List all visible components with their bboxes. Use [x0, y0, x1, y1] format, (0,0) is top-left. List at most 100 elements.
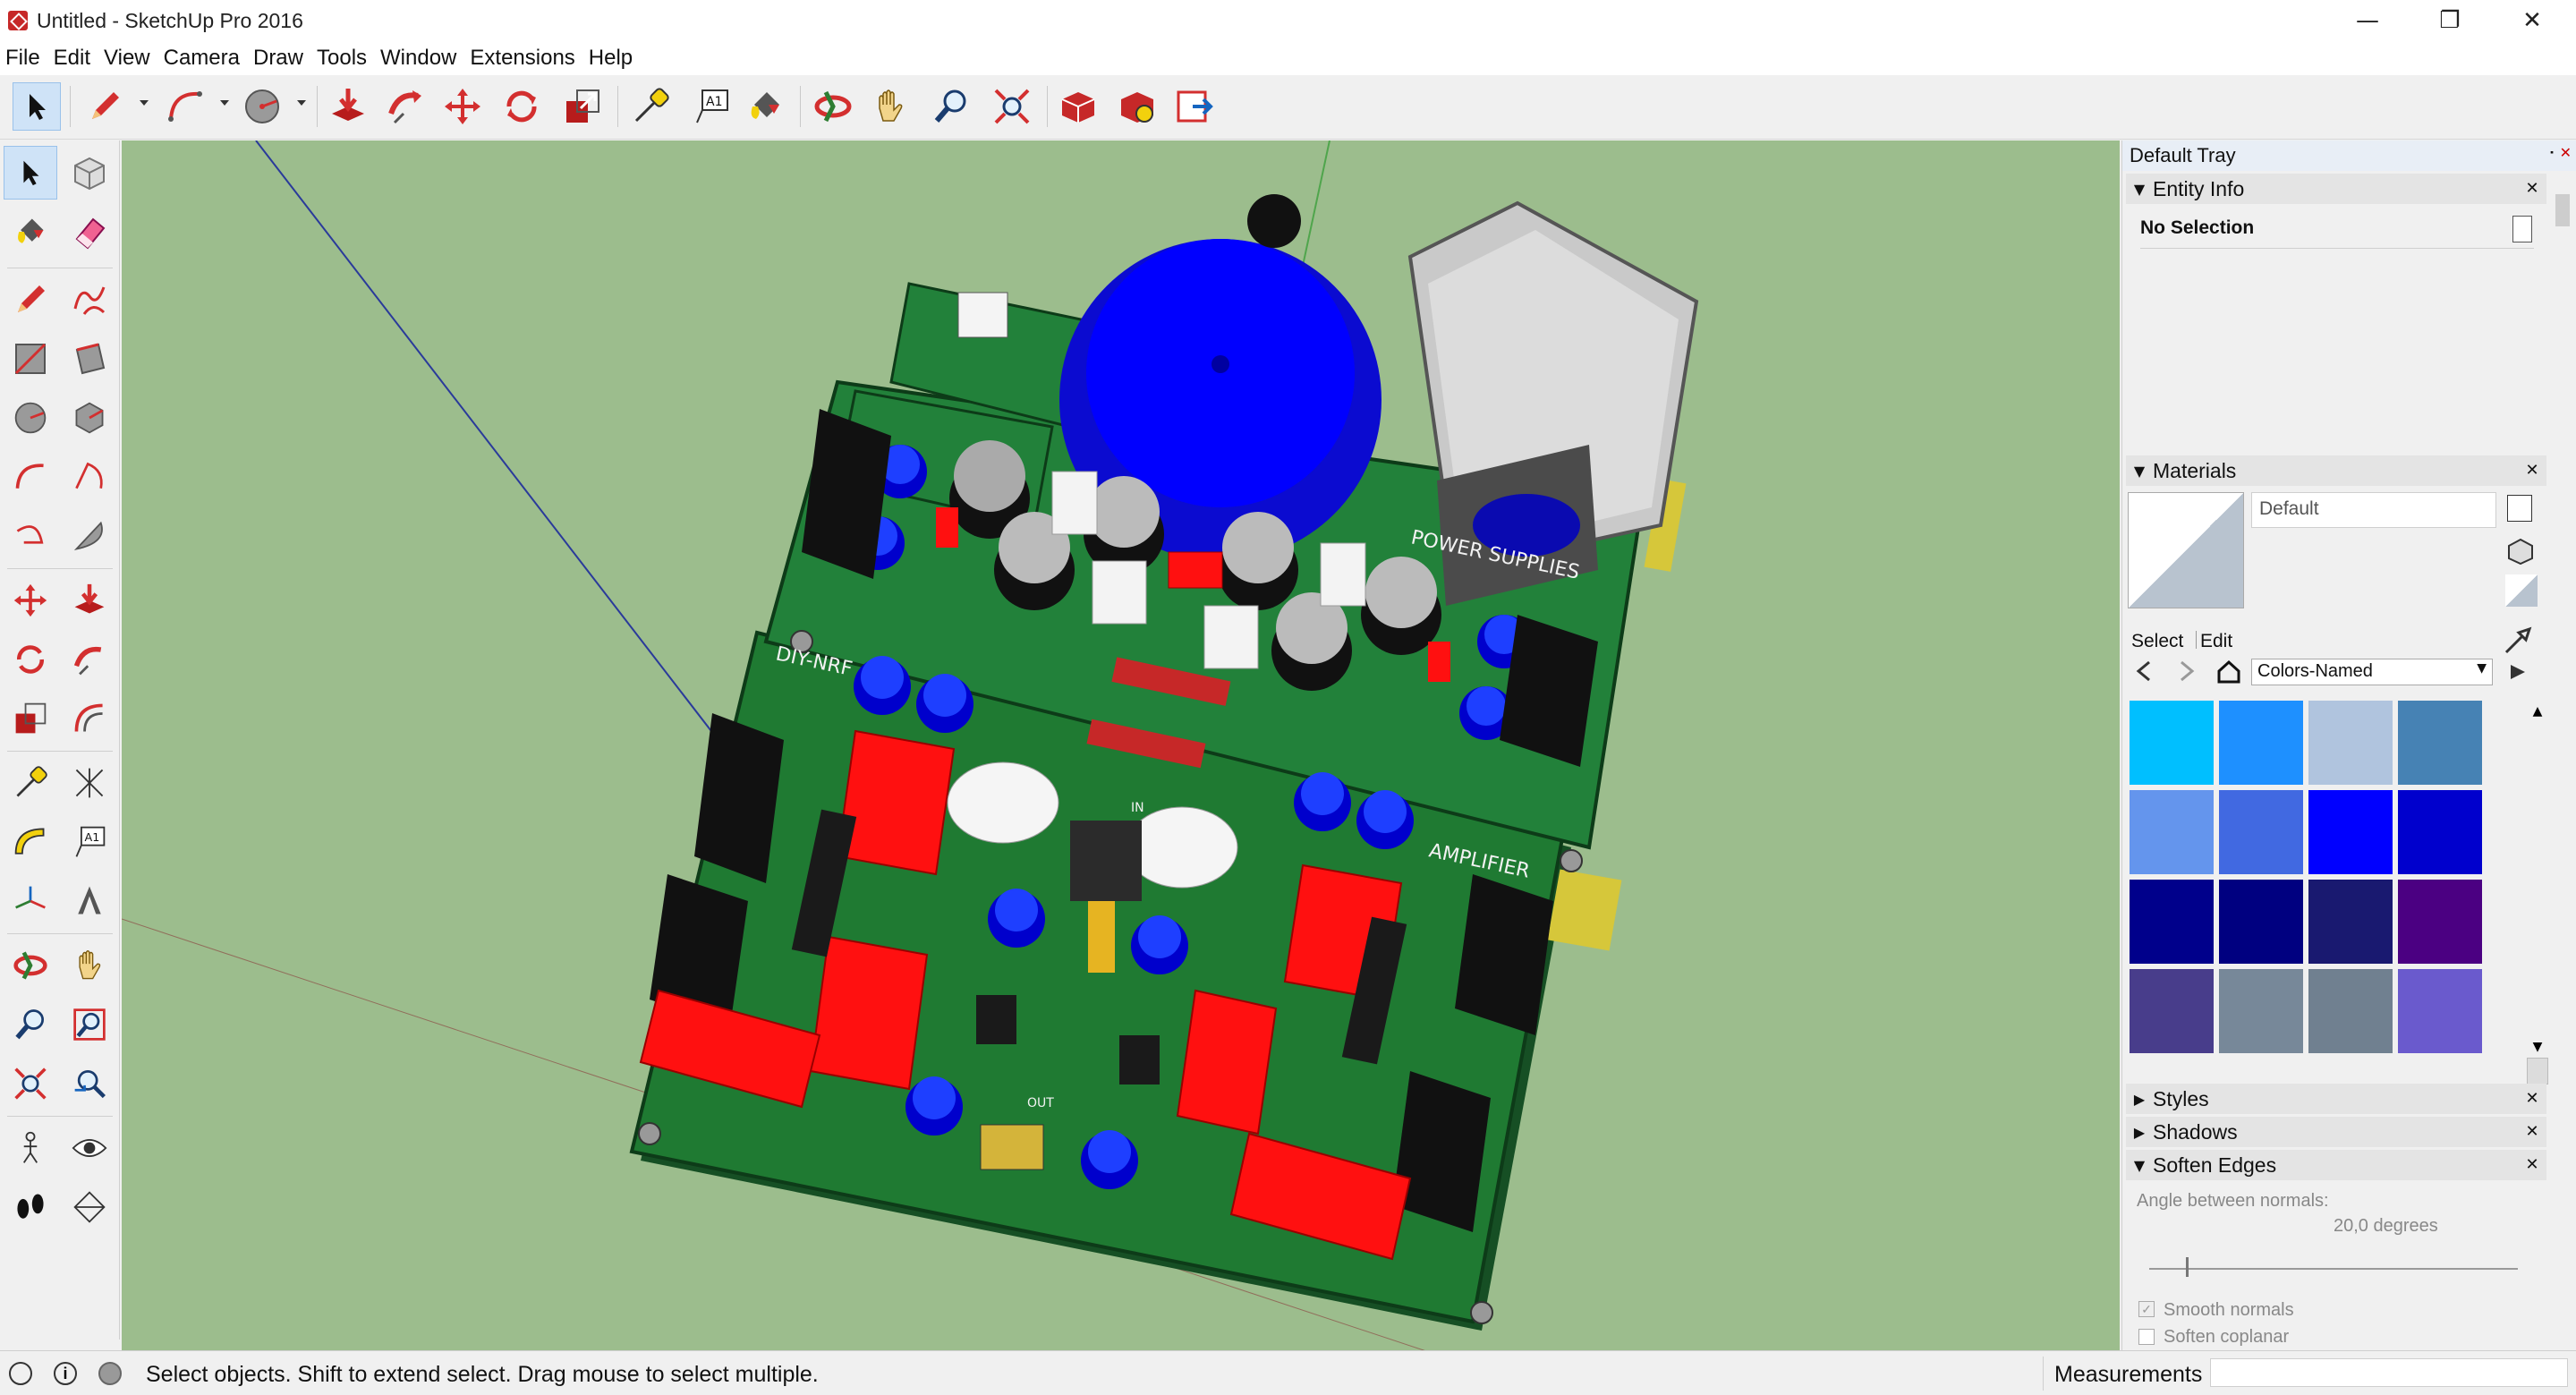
- zoom-icon[interactable]: [4, 998, 57, 1051]
- tape-measure-tool-icon[interactable]: [626, 82, 675, 131]
- details-arrow-icon[interactable]: [2507, 659, 2532, 685]
- rotate-tool-icon[interactable]: [497, 82, 546, 131]
- menu-camera[interactable]: Camera: [164, 46, 240, 71]
- material-tab-select[interactable]: Select: [2131, 631, 2183, 652]
- material-cube-icon[interactable]: [2507, 538, 2534, 566]
- restore-button[interactable]: ❐: [2409, 0, 2491, 41]
- previous-view-icon[interactable]: [63, 1057, 116, 1110]
- back-arrow-icon[interactable]: [2131, 659, 2156, 684]
- menu-view[interactable]: View: [104, 46, 150, 71]
- walk-icon[interactable]: [4, 1180, 57, 1234]
- zoom-extents-icon[interactable]: [4, 1057, 57, 1110]
- zoom-tool-icon[interactable]: [927, 82, 975, 131]
- menu-tools[interactable]: Tools: [317, 46, 367, 71]
- circle-icon[interactable]: [4, 391, 57, 445]
- measurements-input[interactable]: [2210, 1358, 2568, 1387]
- push-pull-tool-icon[interactable]: [324, 82, 372, 131]
- smooth-normals-checkbox[interactable]: ✓: [2138, 1301, 2155, 1317]
- material-swatch[interactable]: [2308, 790, 2393, 874]
- create-material-icon[interactable]: [2507, 495, 2532, 522]
- text-tool-icon[interactable]: A1: [687, 82, 735, 131]
- scale-tool-icon[interactable]: [558, 82, 607, 131]
- offset-icon[interactable]: [63, 692, 116, 745]
- forward-arrow-icon[interactable]: [2174, 659, 2199, 684]
- look-around-icon[interactable]: [63, 1121, 116, 1175]
- section-plane-icon[interactable]: [63, 1180, 116, 1234]
- text-icon[interactable]: A1: [63, 815, 116, 869]
- styles-panel-header[interactable]: ▶ Styles ✕: [2126, 1084, 2546, 1114]
- material-swatch[interactable]: [2130, 790, 2214, 874]
- arc-2pt-icon[interactable]: [63, 450, 116, 504]
- move-icon[interactable]: [4, 574, 57, 627]
- select-icon[interactable]: [4, 146, 57, 200]
- close-panel-icon[interactable]: ✕: [2523, 1123, 2541, 1141]
- material-name-field[interactable]: Default: [2251, 492, 2496, 528]
- material-swatch[interactable]: [2130, 969, 2214, 1053]
- shadows-panel-header[interactable]: ▶ Shadows ✕: [2126, 1117, 2546, 1147]
- material-swatch[interactable]: [2219, 880, 2303, 964]
- close-panel-icon[interactable]: ✕: [2523, 1090, 2541, 1108]
- material-swatch[interactable]: [2219, 790, 2303, 874]
- protractor-icon[interactable]: [4, 815, 57, 869]
- close-panel-icon[interactable]: ✕: [2523, 180, 2541, 198]
- material-swatch[interactable]: [2398, 790, 2482, 874]
- follow-me-icon[interactable]: [63, 633, 116, 686]
- menu-extensions[interactable]: Extensions: [470, 46, 574, 71]
- arc-icon[interactable]: [4, 450, 57, 504]
- polygon-icon[interactable]: [63, 391, 116, 445]
- pin-icon[interactable]: ⬝: [2550, 144, 2554, 159]
- zoom-extents-tool-icon[interactable]: [988, 82, 1036, 131]
- position-camera-icon[interactable]: [4, 1121, 57, 1175]
- dimension-icon[interactable]: [63, 756, 116, 810]
- material-tab-edit[interactable]: Edit: [2196, 631, 2232, 649]
- material-swatch[interactable]: [2308, 969, 2393, 1053]
- drawing-viewport[interactable]: POWER SUPPLIES DIY-NRF AMPLIFIER IN OUT: [122, 140, 2120, 1350]
- close-panel-icon[interactable]: ✕: [2523, 1156, 2541, 1174]
- tape-measure-icon[interactable]: [4, 756, 57, 810]
- paint-bucket-icon[interactable]: [4, 205, 57, 259]
- info-icon[interactable]: i: [54, 1362, 77, 1385]
- rotate-icon[interactable]: [4, 633, 57, 686]
- default-material-icon[interactable]: [2505, 574, 2538, 607]
- menu-window[interactable]: Window: [380, 46, 456, 71]
- line-icon[interactable]: [4, 273, 57, 327]
- soften-coplanar-checkbox[interactable]: [2138, 1329, 2155, 1345]
- tray-scrollbar[interactable]: [2552, 185, 2573, 1348]
- select-tool-icon[interactable]: [13, 82, 61, 131]
- material-swatch[interactable]: [2219, 701, 2303, 785]
- menu-file[interactable]: File: [5, 46, 40, 71]
- orbit-tool-icon[interactable]: [809, 82, 857, 131]
- home-icon[interactable]: [2215, 659, 2242, 685]
- material-swatch[interactable]: [2308, 701, 2393, 785]
- menu-edit[interactable]: Edit: [54, 46, 90, 71]
- close-panel-icon[interactable]: ✕: [2523, 462, 2541, 480]
- menu-help[interactable]: Help: [589, 46, 633, 71]
- circle-tool-icon[interactable]: [238, 82, 286, 131]
- material-swatch[interactable]: [2398, 969, 2482, 1053]
- arc-tool-icon[interactable]: [161, 82, 209, 131]
- menu-draw[interactable]: Draw: [253, 46, 303, 71]
- material-library-select[interactable]: Colors-Named ▼: [2251, 659, 2493, 685]
- material-swatch[interactable]: [2130, 880, 2214, 964]
- close-button[interactable]: ✕: [2491, 0, 2573, 41]
- send-to-layout-tool-icon[interactable]: [1170, 82, 1219, 131]
- scale-icon[interactable]: [4, 692, 57, 745]
- rectangle-icon[interactable]: [4, 332, 57, 386]
- component-options-tool-icon[interactable]: [1113, 82, 1161, 131]
- follow-me-tool-icon[interactable]: [381, 82, 429, 131]
- tray-close-icon[interactable]: ✕: [2560, 144, 2572, 162]
- freehand-icon[interactable]: [63, 273, 116, 327]
- push-pull-icon[interactable]: [63, 574, 116, 627]
- components-tool-icon[interactable]: [1054, 82, 1102, 131]
- move-tool-icon[interactable]: [438, 82, 487, 131]
- sample-paint-icon[interactable]: [2503, 625, 2533, 656]
- minimize-button[interactable]: —: [2326, 0, 2409, 41]
- material-swatch[interactable]: [2219, 969, 2303, 1053]
- axes-icon[interactable]: [4, 874, 57, 928]
- entity-info-panel-header[interactable]: ▼ Entity Info ✕: [2126, 174, 2546, 204]
- 3d-text-icon[interactable]: [63, 874, 116, 928]
- materials-panel-header[interactable]: ▼ Materials ✕: [2126, 455, 2546, 486]
- user-icon[interactable]: [98, 1362, 122, 1385]
- pan-icon[interactable]: [63, 939, 116, 992]
- soften-edges-panel-header[interactable]: ▼ Soften Edges ✕: [2126, 1150, 2546, 1180]
